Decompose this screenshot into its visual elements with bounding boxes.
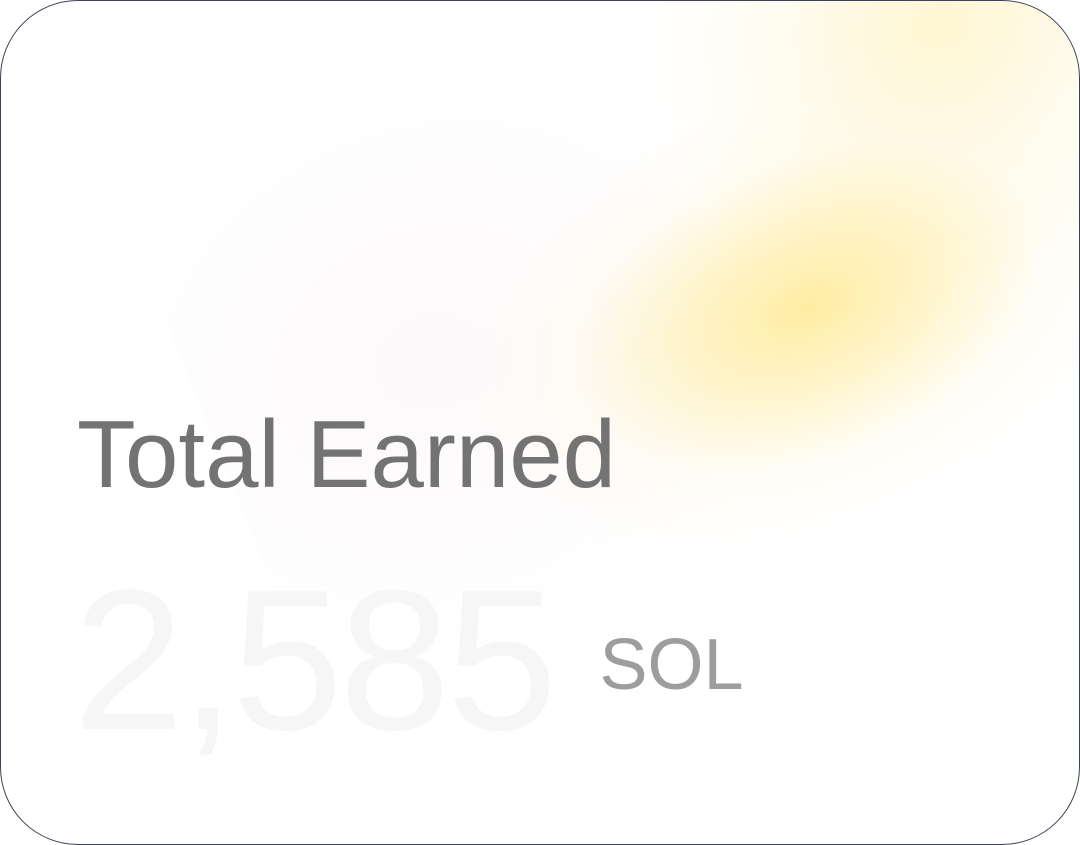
earned-amount: 2,585 bbox=[73, 549, 557, 772]
earnings-card: Total Earned 2,585 SOL bbox=[0, 0, 1080, 845]
currency-label: SOL bbox=[599, 625, 744, 705]
card-title: Total Earned bbox=[77, 401, 617, 508]
amount-row: 2,585 SOL bbox=[73, 561, 744, 761]
